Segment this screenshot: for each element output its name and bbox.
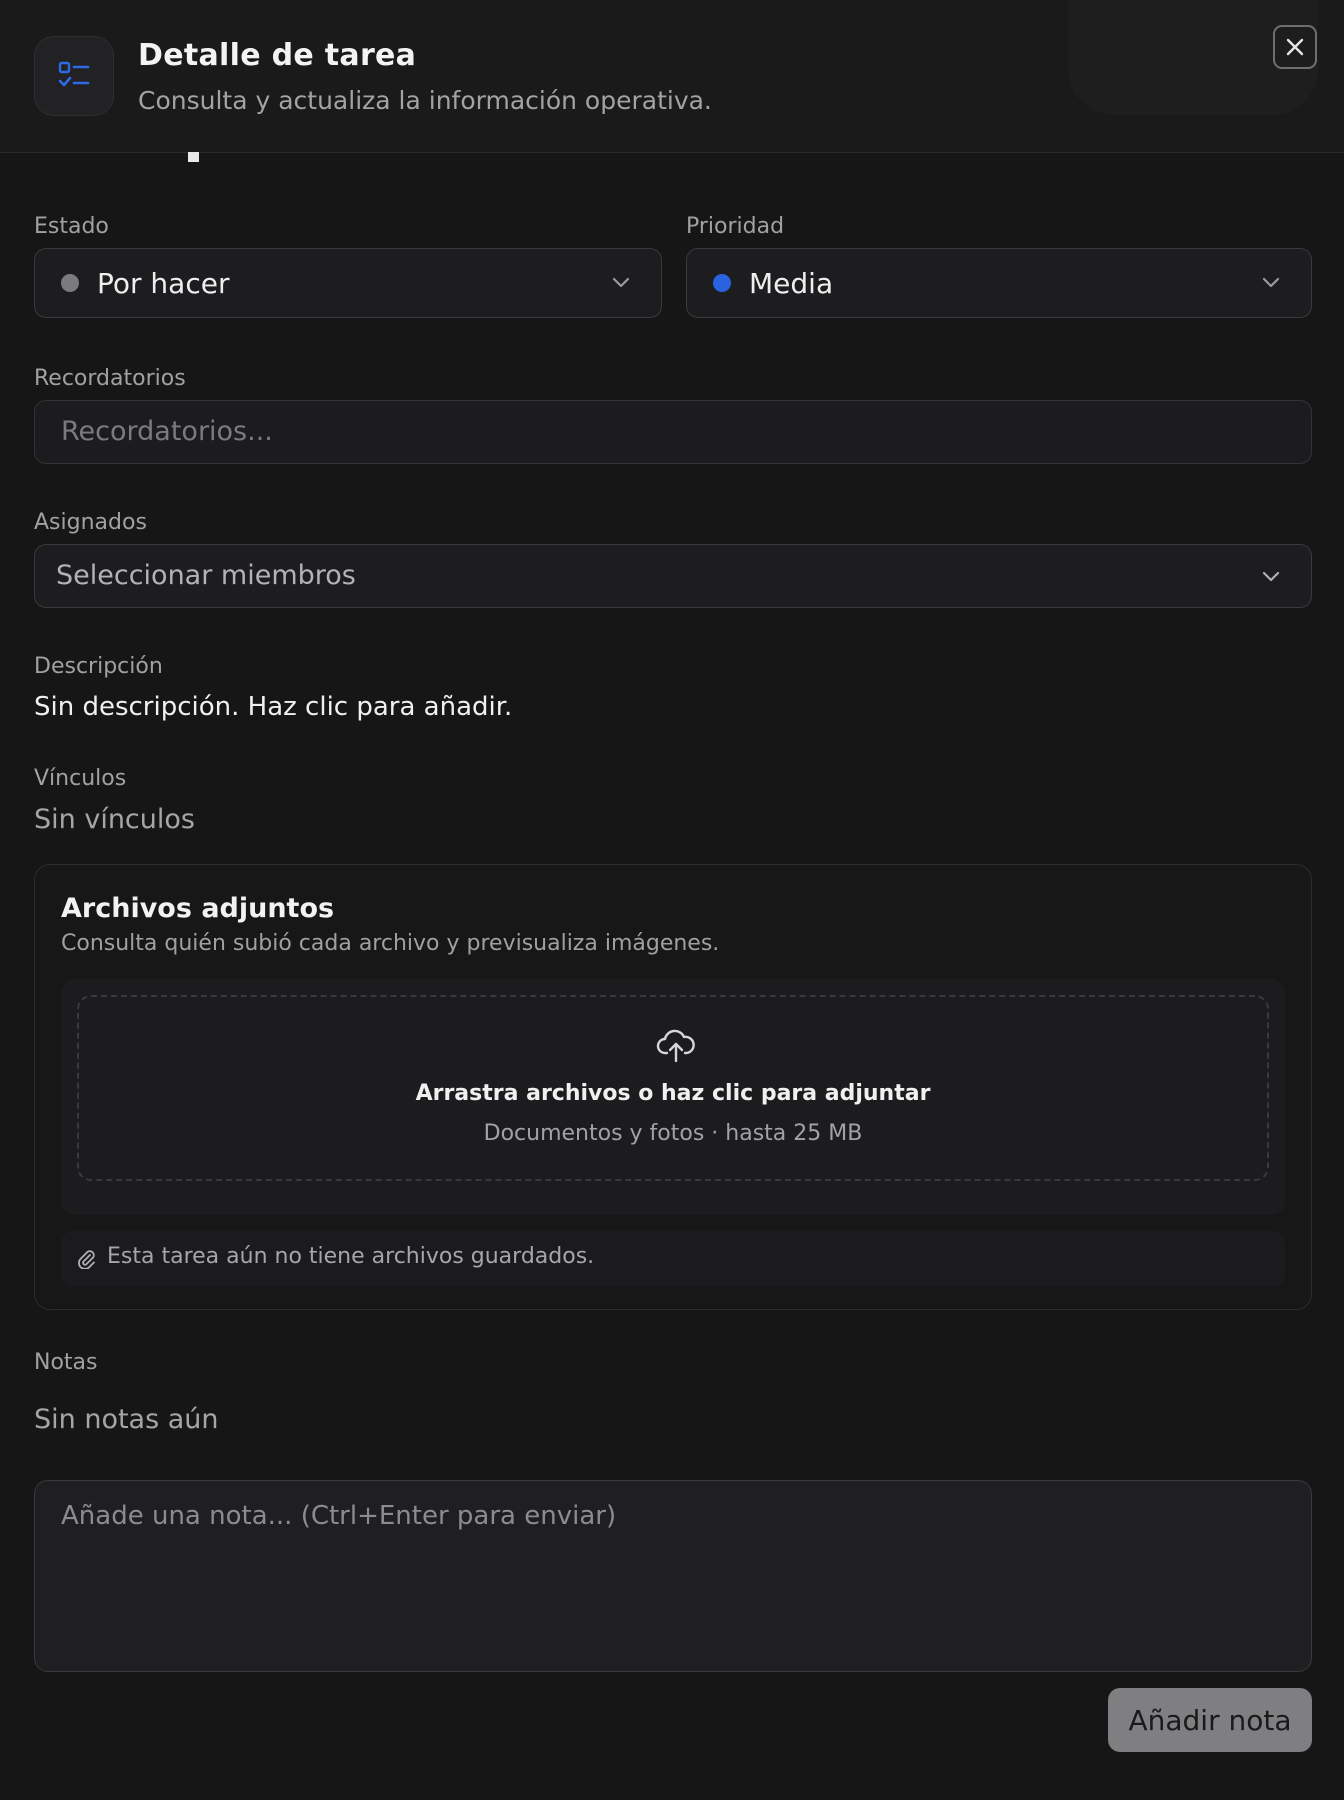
links-label: Vínculos	[34, 766, 127, 791]
status-dot	[61, 274, 79, 292]
note-textarea[interactable]: Añade una nota... (Ctrl+Enter para envia…	[34, 1480, 1312, 1672]
notes-empty-text: Sin notas aún	[34, 1404, 219, 1435]
status-label: Estado	[34, 214, 109, 239]
scrolled-content-fragment	[188, 152, 199, 162]
assignees-select[interactable]: Seleccionar miembros	[34, 544, 1312, 608]
chevron-down-icon	[1262, 277, 1280, 288]
reminders-label: Recordatorios	[34, 366, 186, 391]
dropzone-title: Arrastra archivos o haz clic para adjunt…	[415, 1081, 931, 1106]
page-title: Detalle de tarea	[138, 38, 417, 73]
priority-value: Media	[749, 266, 834, 300]
attachments-section: Archivos adjuntos Consulta quién subió c…	[34, 864, 1312, 1310]
notes-label: Notas	[34, 1350, 98, 1375]
attachments-empty-state: Esta tarea aún no tiene archivos guardad…	[61, 1231, 1285, 1287]
attachments-title: Archivos adjuntos	[61, 893, 335, 924]
priority-select[interactable]: Media	[686, 248, 1312, 318]
chevron-down-icon	[1262, 571, 1280, 582]
modal-header: Detalle de tarea Consulta y actualiza la…	[0, 0, 1344, 153]
chevron-down-icon	[612, 277, 630, 288]
assignees-placeholder: Seleccionar miembros	[56, 560, 356, 591]
dropzone[interactable]: Arrastra archivos o haz clic para adjunt…	[77, 995, 1269, 1181]
paperclip-icon	[78, 1250, 95, 1269]
reminders-input[interactable]: Recordatorios...	[34, 400, 1312, 464]
note-placeholder: Añade una nota... (Ctrl+Enter para envia…	[61, 1501, 617, 1531]
page-subtitle: Consulta y actualiza la información oper…	[138, 86, 712, 115]
assignees-label: Asignados	[34, 510, 147, 535]
priority-label: Prioridad	[686, 214, 785, 239]
status-value: Por hacer	[97, 266, 230, 300]
attachments-subtitle: Consulta quién subió cada archivo y prev…	[61, 931, 720, 956]
attachments-empty-text: Esta tarea aún no tiene archivos guardad…	[107, 1244, 595, 1269]
description-text[interactable]: Sin descripción. Haz clic para añadir.	[34, 692, 512, 722]
header-icon-box	[34, 36, 114, 116]
links-empty-text: Sin vínculos	[34, 804, 195, 835]
description-label: Descripción	[34, 654, 163, 679]
reminders-placeholder: Recordatorios...	[61, 416, 273, 447]
cloud-upload-icon	[656, 1029, 695, 1063]
close-button[interactable]	[1273, 25, 1317, 69]
task-list-icon	[58, 61, 90, 87]
close-icon	[1286, 38, 1304, 56]
dropzone-container: Arrastra archivos o haz clic para adjunt…	[61, 979, 1285, 1215]
priority-dot	[713, 274, 731, 292]
dropzone-hint: Documentos y fotos · hasta 25 MB	[483, 1121, 863, 1146]
add-note-button[interactable]: Añadir nota	[1108, 1688, 1312, 1752]
status-select[interactable]: Por hacer	[34, 248, 662, 318]
